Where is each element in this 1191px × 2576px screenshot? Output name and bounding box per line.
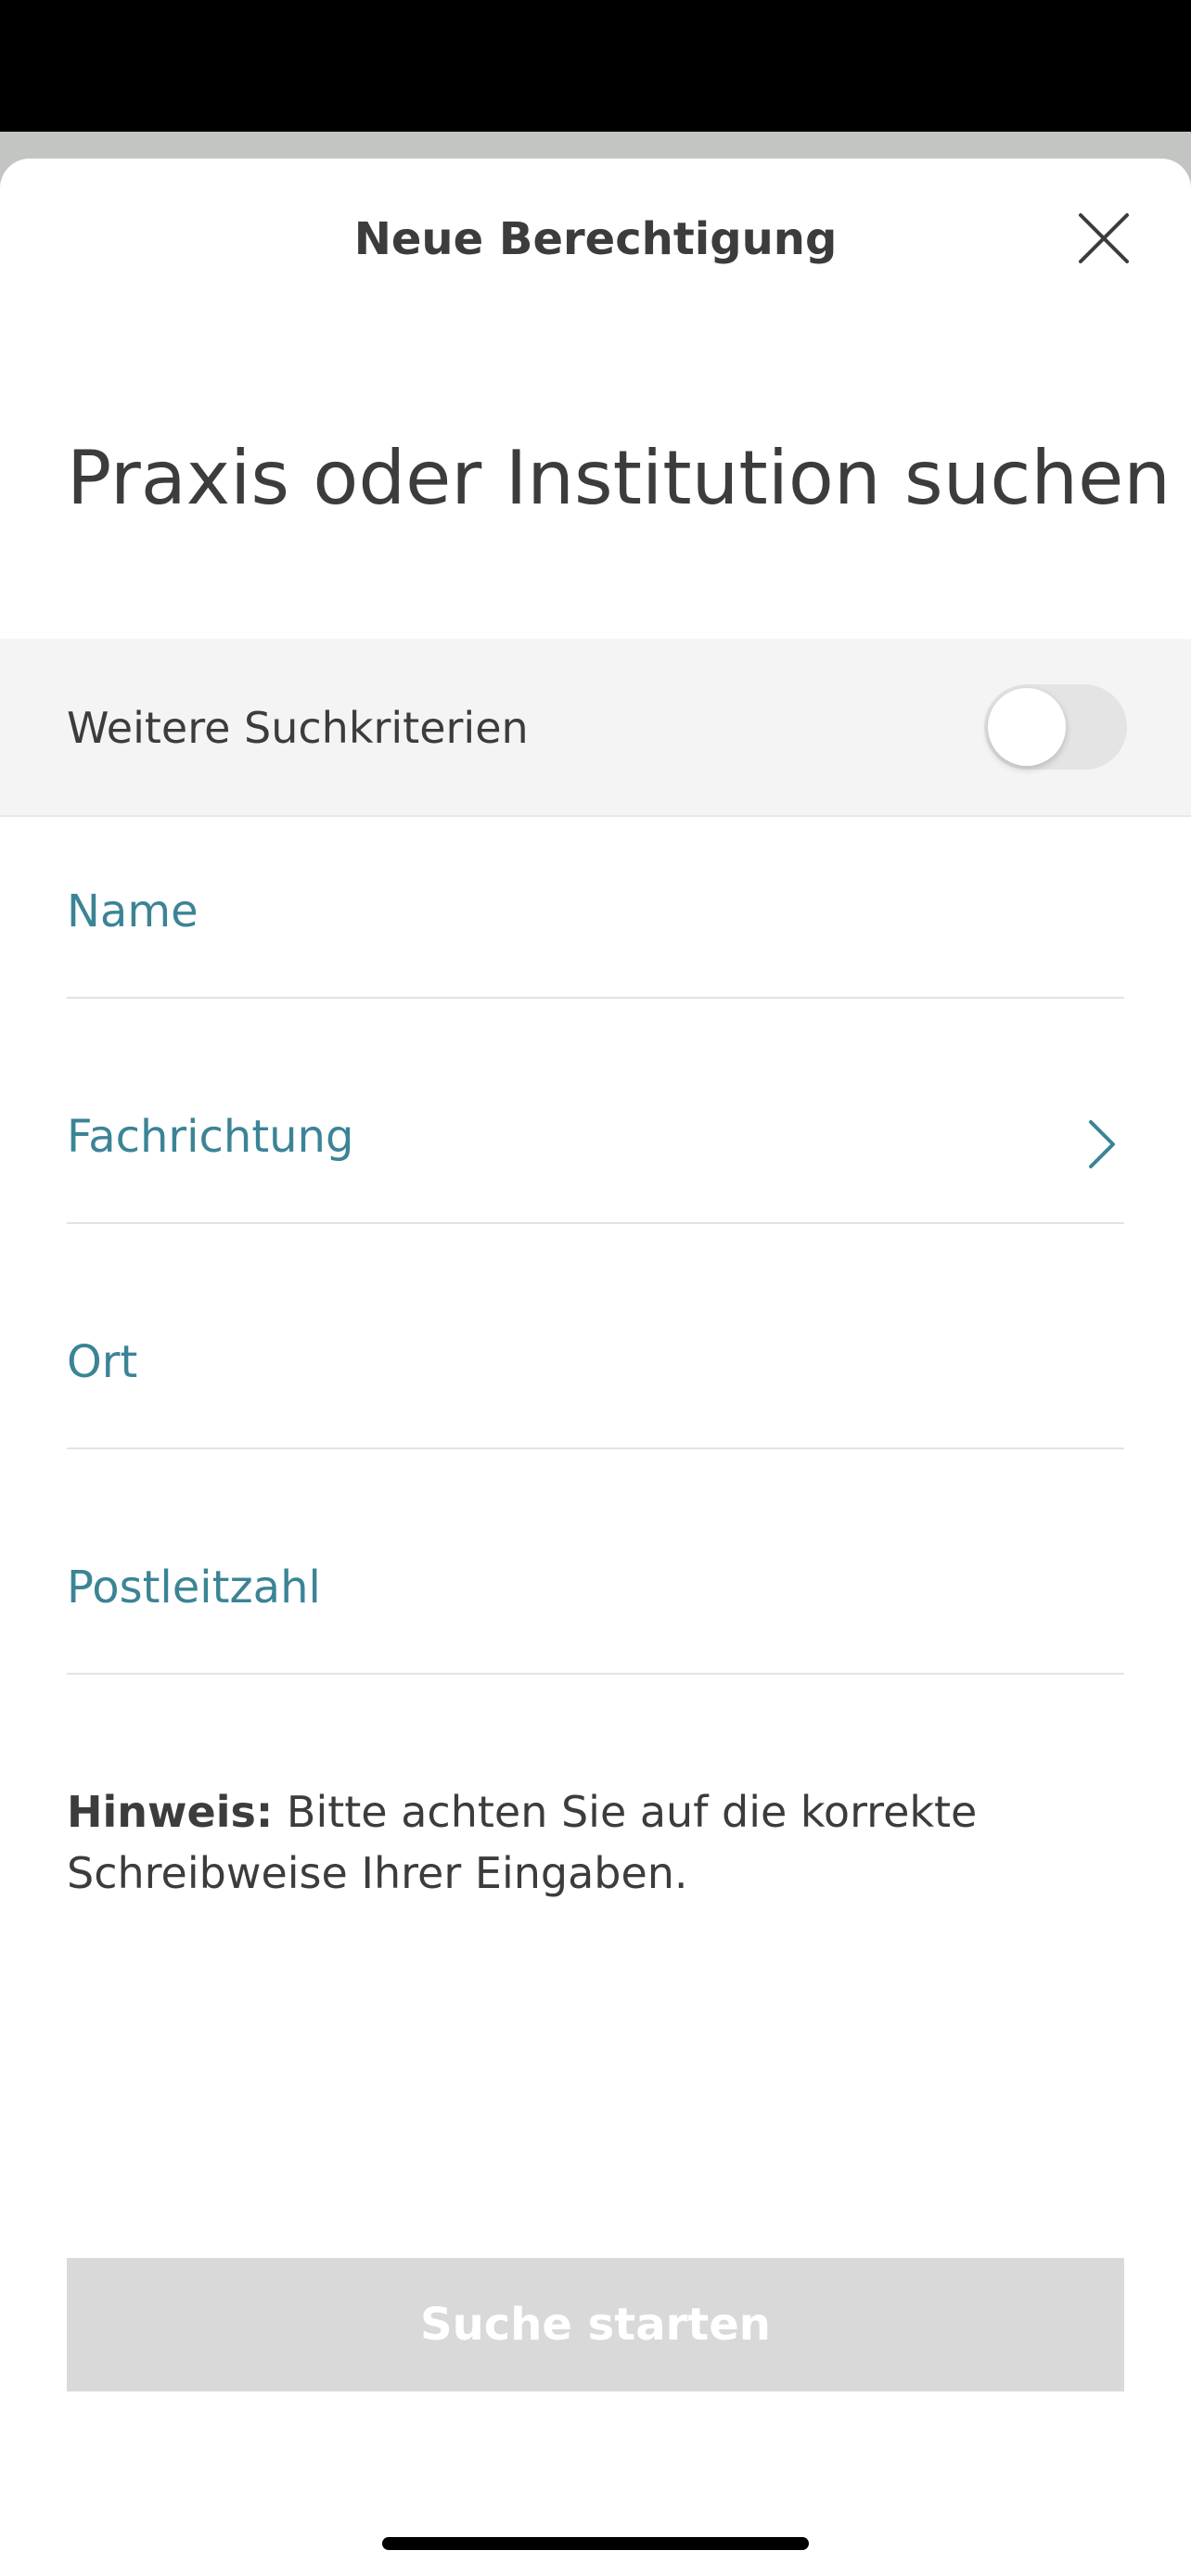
city-field[interactable]: Ort [67,1268,1124,1449]
specialty-field[interactable]: Fachrichtung [67,1042,1124,1224]
further-criteria-toggle[interactable] [984,684,1127,770]
chevron-right-icon [1089,1120,1115,1168]
name-input[interactable] [67,817,1124,997]
further-criteria-label: Weitere Suchkriterien [67,703,529,753]
further-criteria-row: Weitere Suchkriterien [0,639,1191,817]
home-indicator [382,2537,809,2550]
page-heading: Praxis oder Institution suchen [67,435,1171,521]
specialty-field-label: Fachrichtung [67,1111,354,1163]
postal-code-field[interactable]: Postleitzahl [67,1493,1124,1675]
name-field[interactable]: Name [67,817,1124,999]
postal-code-input[interactable] [67,1493,1124,1673]
sheet-title: Neue Berechtigung [353,213,838,265]
modal-sheet: Neue Berechtigung Praxis oder Institutio… [0,159,1191,2576]
toggle-knob [988,688,1066,766]
close-button[interactable] [1065,199,1143,277]
hint-text: Hinweis: Bitte achten Sie auf die korrek… [67,1781,1124,1904]
hint-prefix: Hinweis: [67,1787,274,1837]
status-bar [0,0,1191,132]
city-input[interactable] [67,1268,1124,1447]
close-icon [1079,213,1129,263]
start-search-button[interactable]: Suche starten [67,2258,1124,2391]
